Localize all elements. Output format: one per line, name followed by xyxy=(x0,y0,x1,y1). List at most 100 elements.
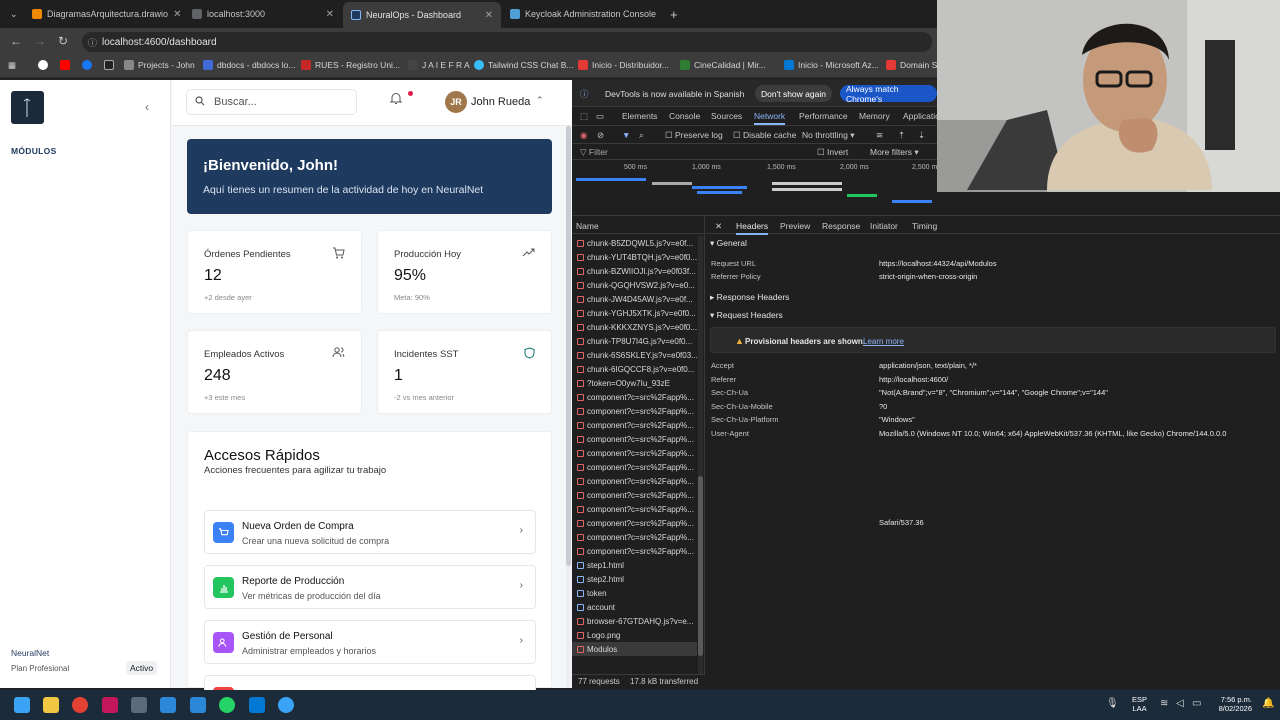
bookmark-youtube[interactable] xyxy=(60,60,70,70)
tab-localhost3000[interactable]: localhost:3000 ✕ xyxy=(184,4,342,24)
bookmark-8[interactable]: Domain Se xyxy=(886,60,942,70)
preserve-log-checkbox[interactable]: ☐ Preserve log xyxy=(665,130,723,141)
request-row[interactable]: chunk-6IGQCCF8.js?v=e0f0... xyxy=(572,362,697,376)
outlook-icon[interactable] xyxy=(190,697,206,713)
bookmark-6[interactable]: CineCalidad | Mir... xyxy=(680,60,766,70)
request-row[interactable]: step2.html xyxy=(572,572,697,586)
wifi-icon[interactable]: ≋ xyxy=(1160,698,1168,709)
collapse-sidebar-icon[interactable]: ‹ xyxy=(145,100,149,114)
bell-icon[interactable] xyxy=(389,92,403,108)
request-row[interactable]: chunk-BZWIIOJI.js?v=e0f03f... xyxy=(572,264,697,278)
camera-icon[interactable] xyxy=(160,697,176,713)
request-row[interactable]: ?token=O0yw7Iu_93zE xyxy=(572,376,697,390)
request-row[interactable]: chunk-KKKXZNYS.js?v=e0f0... xyxy=(572,320,697,334)
request-row[interactable]: chunk-JW4D45AW.js?v=e0f... xyxy=(572,292,697,306)
volume-icon[interactable]: ◁ xyxy=(1176,698,1184,709)
url-input[interactable]: ⓘ localhost:4600/dashboard xyxy=(82,32,932,52)
chevron-up-icon[interactable]: ⌃ xyxy=(536,95,544,106)
filter-icon[interactable]: ▼ xyxy=(622,130,630,140)
tab-application[interactable]: Applicatio xyxy=(903,111,940,121)
request-row[interactable]: component?c=src%2Fapp%... xyxy=(572,530,697,544)
site-info-icon[interactable]: ⓘ xyxy=(88,36,97,49)
search-icon[interactable]: ⌕ xyxy=(639,130,644,141)
tab-neuralops[interactable]: NeuralOps - Dashboard ✕ xyxy=(343,2,501,28)
tab-response[interactable]: Response xyxy=(822,221,860,231)
learn-more-link[interactable]: Learn more xyxy=(863,337,904,346)
wifi-icon[interactable]: ≋ xyxy=(876,130,883,141)
app-icon[interactable] xyxy=(278,697,294,713)
windows-start-icon[interactable] xyxy=(14,697,30,713)
main-scrollbar[interactable] xyxy=(566,126,571,688)
request-headers-toggle[interactable]: ▾ Request Headers xyxy=(710,310,783,321)
stat-card-production[interactable]: Producción Hoy 95% Meta: 90% xyxy=(377,230,552,314)
request-row[interactable]: component?c=src%2Fapp%... xyxy=(572,516,697,530)
avatar[interactable]: JR xyxy=(445,91,467,113)
upload-icon[interactable]: ⇡ xyxy=(898,130,905,141)
clear-icon[interactable]: ⊘ xyxy=(597,130,604,141)
bookmark-0[interactable]: Projects - John xyxy=(124,60,195,70)
company-logo[interactable] xyxy=(11,91,44,124)
bookmark-facebook[interactable] xyxy=(82,60,92,70)
request-row[interactable]: component?c=src%2Fapp%... xyxy=(572,432,697,446)
request-row[interactable]: chunk-6S6SKLEY.js?v=e0f03... xyxy=(572,348,697,362)
request-row[interactable]: component?c=src%2Fapp%... xyxy=(572,488,697,502)
tab-timing[interactable]: Timing xyxy=(912,221,937,231)
filter-input[interactable]: ▽ Filter xyxy=(580,147,608,158)
tab-headers[interactable]: Headers xyxy=(736,221,769,235)
request-row[interactable]: chunk-QGQHVSW2.js?v=e0... xyxy=(572,278,697,292)
request-row[interactable]: component?c=src%2Fapp%... xyxy=(572,460,697,474)
request-row[interactable]: account xyxy=(572,600,697,614)
back-icon[interactable]: ← xyxy=(10,34,22,48)
tab-performance[interactable]: Performance xyxy=(799,111,848,121)
stat-card-pending-orders[interactable]: Órdenes Pendientes 12 +2 desde ayer xyxy=(187,230,362,314)
inspect-icon[interactable]: ⬚ xyxy=(580,111,588,122)
record-icon[interactable]: ◉ xyxy=(580,130,587,141)
new-tab-button[interactable]: + xyxy=(662,4,682,24)
clock[interactable]: 7:56 p.m. 8/02/2026 xyxy=(1212,695,1252,713)
bookmark-3[interactable]: J A I E F R A xyxy=(408,60,470,70)
chrome-icon[interactable] xyxy=(72,697,88,713)
request-row[interactable]: component?c=src%2Fapp%... xyxy=(572,418,697,432)
tab-console[interactable]: Console xyxy=(669,111,700,121)
quick-action-new-order[interactable]: Nueva Orden de Compra Crear una nueva so… xyxy=(204,510,536,554)
request-row[interactable]: component?c=src%2Fapp%... xyxy=(572,404,697,418)
bookmark-1[interactable]: dbdocs - dbdocs lo... xyxy=(203,60,295,70)
request-row[interactable]: component?c=src%2Fapp%... xyxy=(572,544,697,558)
close-details-icon[interactable]: ✕ xyxy=(715,221,722,232)
request-row[interactable]: token xyxy=(572,586,697,600)
request-row[interactable]: component?c=src%2Fapp%... xyxy=(572,446,697,460)
tab-drawio[interactable]: DiagramasArquitectura.drawio ✕ xyxy=(24,4,182,24)
language-indicator[interactable]: ESP LAA xyxy=(1132,695,1147,713)
apps-icon[interactable]: ▦ xyxy=(8,60,16,71)
tab-elements[interactable]: Elements xyxy=(622,111,657,121)
search-input[interactable]: Buscar... xyxy=(186,89,357,115)
tiktok-icon[interactable] xyxy=(102,697,118,713)
invert-checkbox[interactable]: ☐ Invert xyxy=(817,147,848,158)
close-icon[interactable]: ✕ xyxy=(485,10,493,21)
stat-card-active-employees[interactable]: Empleados Activos 248 +3 este mes xyxy=(187,330,362,414)
file-explorer-icon[interactable] xyxy=(43,697,59,713)
reload-icon[interactable]: ↻ xyxy=(58,34,68,48)
more-filters-button[interactable]: More filters ▾ xyxy=(870,147,919,158)
user-name[interactable]: John Rueda xyxy=(471,96,530,108)
github-icon[interactable] xyxy=(131,697,147,713)
tab-memory[interactable]: Memory xyxy=(859,111,890,121)
bookmark-4[interactable]: Tailwind CSS Chat B... xyxy=(474,60,574,70)
response-headers-toggle[interactable]: ▸ Response Headers xyxy=(710,292,789,303)
request-row[interactable]: chunk-YGHJ5XTK.js?v=e0f0... xyxy=(572,306,697,320)
quick-action-staff-management[interactable]: Gestión de Personal Administrar empleado… xyxy=(204,620,536,664)
name-column-header[interactable]: Name xyxy=(572,216,705,234)
download-icon[interactable]: ⇣ xyxy=(918,130,925,141)
close-icon[interactable]: ✕ xyxy=(173,9,181,20)
tab-network[interactable]: Network xyxy=(754,111,786,125)
general-section-toggle[interactable]: ▾ General xyxy=(710,238,747,249)
tab-initiator[interactable]: Initiator xyxy=(870,221,898,231)
tab-list-button[interactable]: ⌄ xyxy=(2,4,20,24)
bookmark-google[interactable] xyxy=(38,60,48,70)
disable-cache-checkbox[interactable]: ☐ Disable cache xyxy=(733,130,796,141)
tab-preview[interactable]: Preview xyxy=(780,221,810,231)
bookmark-2[interactable]: RUES - Registro Uni... xyxy=(301,60,400,70)
bookmark-7[interactable]: Inicio - Microsoft Az... xyxy=(784,60,879,70)
stat-card-sst-incidents[interactable]: Incidentes SST 1 -2 vs mes anterior xyxy=(377,330,552,414)
request-row[interactable]: step1.html xyxy=(572,558,697,572)
